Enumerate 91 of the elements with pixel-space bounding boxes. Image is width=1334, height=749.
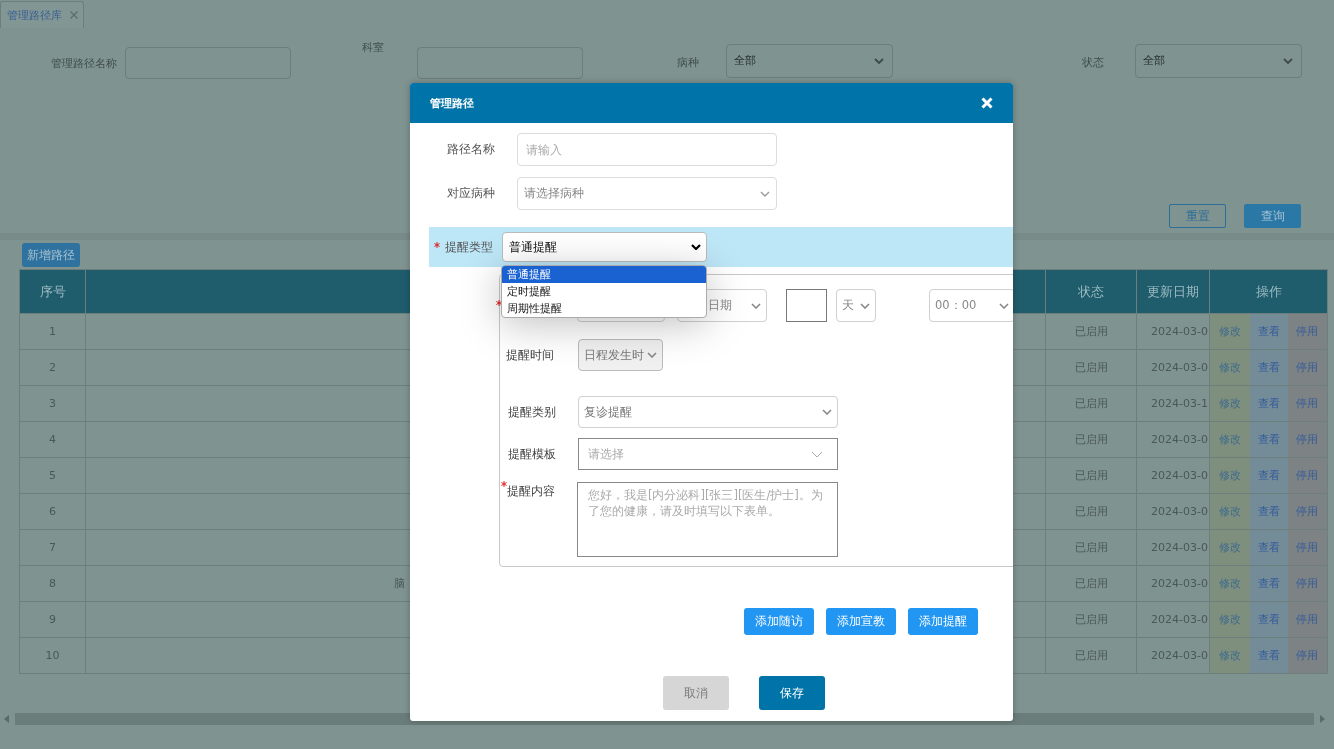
action-link[interactable]: 修改 — [1218, 613, 1241, 626]
save-button[interactable]: 保存 — [759, 676, 825, 710]
select-field[interactable]: 全部 — [726, 43, 893, 78]
action-link[interactable]: 修改 — [1218, 577, 1241, 590]
select-field[interactable]: 普通提醒 — [502, 232, 707, 262]
select-field[interactable]: 全部 — [1135, 43, 1302, 78]
search-button[interactable]: 查询 — [1244, 204, 1301, 228]
table-cell: 2024-03-0 — [1136, 565, 1210, 602]
table-cell: 3 — [19, 385, 86, 422]
action-link[interactable]: 停用 — [1296, 397, 1319, 410]
select-field[interactable]: 天 — [836, 289, 876, 322]
add-button[interactable]: 添加宣教 — [826, 608, 896, 635]
chevron-down-icon — [811, 450, 823, 458]
table-cell: 2024-03-0 — [1136, 493, 1210, 530]
action-link[interactable]: 修改 — [1218, 433, 1241, 446]
table-cell: 2024-03-0 — [1136, 457, 1210, 494]
select-field[interactable]: 请选择 — [578, 438, 838, 470]
action-link[interactable]: 修改 — [1218, 325, 1241, 338]
field-label: 科室 — [362, 39, 385, 55]
chevron-down-icon — [760, 190, 770, 197]
action-link[interactable]: 停用 — [1296, 361, 1319, 374]
select-field[interactable]: 00：00 — [929, 289, 1013, 322]
action-link[interactable]: 停用 — [1296, 649, 1319, 662]
table-cell: 2024-03-0 — [1136, 349, 1210, 386]
table-cell: 2024-03-1 — [1136, 385, 1210, 422]
select-field[interactable]: 请选择病种 — [517, 177, 777, 210]
chevron-down-icon — [999, 302, 1009, 309]
add-button[interactable]: 添加随访 — [744, 608, 814, 635]
input-field[interactable] — [417, 47, 583, 79]
column-header: 状态 — [1045, 269, 1137, 314]
field-label: 状态 — [1082, 54, 1105, 70]
close-icon[interactable] — [981, 97, 993, 109]
select-field[interactable]: 复诊提醒 — [578, 396, 838, 428]
chevron-down-icon — [822, 409, 832, 415]
action-link[interactable]: 修改 — [1218, 505, 1241, 518]
field-label: 提醒类型 — [445, 239, 494, 255]
chevron-down-icon — [751, 302, 761, 309]
action-link[interactable]: 停用 — [1296, 541, 1319, 554]
action-link[interactable]: 停用 — [1296, 433, 1319, 446]
table-cell: 2 — [19, 349, 86, 386]
action-link[interactable]: 停用 — [1296, 613, 1319, 626]
action-link[interactable]: 修改 — [1218, 469, 1241, 482]
action-link[interactable]: 修改 — [1218, 649, 1241, 662]
table-cell: 7 — [19, 529, 86, 566]
table-cell: 10 — [19, 637, 86, 674]
tab[interactable]: 管理路径库 — [0, 1, 84, 28]
table-cell: 9 — [19, 601, 86, 638]
action-link[interactable]: 修改 — [1218, 397, 1241, 410]
column-header: 操作 — [1209, 269, 1328, 314]
field-label: 病种 — [677, 54, 700, 70]
column-header: 更新日期 — [1136, 269, 1210, 314]
scroll-right-icon — [1320, 715, 1325, 723]
field-label: 对应病种 — [447, 186, 496, 201]
table-cell: 6 — [19, 493, 86, 530]
chevron-down-icon — [874, 57, 884, 64]
table-cell: 2024-03-0 — [1136, 529, 1210, 566]
action-link[interactable]: 停用 — [1296, 505, 1319, 518]
table-cell: 1 — [19, 313, 86, 350]
dropdown-option[interactable]: 普通提醒 — [502, 266, 706, 283]
field-label: 管理路径名称 — [51, 55, 118, 71]
text-area[interactable]: 您好，我是[内分泌科][张三][医生/护士]。为了您的健康，请及时填写以下表单。 — [577, 482, 838, 557]
field-label: 提醒时间 — [505, 347, 555, 363]
chevron-down-icon — [647, 352, 657, 358]
scroll-left-icon — [4, 715, 9, 723]
action-link[interactable]: 停用 — [1296, 577, 1319, 590]
action-link[interactable]: 停用 — [1296, 325, 1319, 338]
chevron-down-icon — [860, 302, 870, 309]
table-cell: 2024-03-0 — [1136, 601, 1210, 638]
table-cell: 脑 — [394, 577, 405, 590]
action-link[interactable]: 修改 — [1218, 541, 1241, 554]
table-cell: 8 — [19, 565, 86, 602]
field-label: 提醒模板 — [507, 446, 557, 462]
field-label: 提醒类别 — [507, 404, 557, 420]
input-field[interactable] — [786, 289, 827, 322]
table-cell: 2024-03-0 — [1136, 637, 1210, 674]
add-button[interactable]: 添加提醒 — [908, 608, 978, 635]
chevron-down-icon — [1283, 57, 1293, 64]
table-cell: 4 — [19, 421, 86, 458]
dialog-title: 管理路径 — [430, 95, 474, 111]
reset-button[interactable]: 重置 — [1169, 204, 1226, 228]
action-link[interactable]: 修改 — [1218, 361, 1241, 374]
chevron-down-icon — [691, 244, 701, 250]
column-header: 序号 — [19, 269, 86, 314]
field-label: 路径名称 — [447, 142, 496, 157]
add-button[interactable]: 新增路径 — [22, 243, 80, 267]
action-link[interactable]: 停用 — [1296, 469, 1319, 482]
close-icon — [70, 11, 78, 19]
field-label: 提醒内容 — [507, 484, 556, 499]
table-cell: 5 — [19, 457, 86, 494]
table-cell: 2024-03-0 — [1136, 313, 1210, 350]
table-cell: 2024-03-0 — [1136, 421, 1210, 458]
